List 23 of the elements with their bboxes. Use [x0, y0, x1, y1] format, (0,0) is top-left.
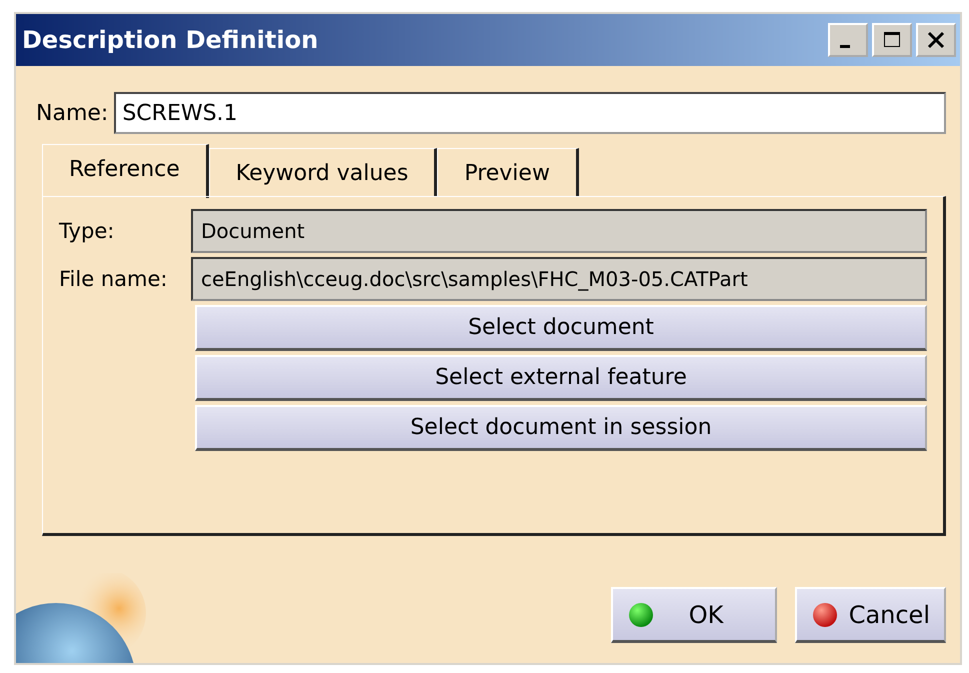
close-button[interactable] — [916, 23, 956, 57]
dialog-button[interactable]: Cancel — [794, 587, 946, 643]
read-only-field[interactable]: ceEnglish\cceug.doc\src\samples\FHC_M03-05.CATPart — [191, 257, 927, 301]
tab[interactable]: Preview — [437, 148, 579, 196]
minimize-icon — [840, 44, 850, 48]
field-label: File name: — [59, 267, 168, 291]
ball-icon — [626, 600, 655, 628]
close-icon — [926, 30, 946, 50]
name-label: Name: — [36, 100, 108, 126]
window-title: Description Definition — [22, 26, 318, 54]
ball-icon — [810, 600, 839, 628]
maximize-icon — [882, 30, 902, 50]
select-button[interactable]: Select external feature — [195, 355, 927, 401]
read-only-field[interactable]: Document — [191, 209, 927, 253]
name-field[interactable]: SCREWS.1 — [114, 92, 946, 134]
tab[interactable]: Reference — [42, 144, 209, 198]
dialog-button[interactable]: OK — [610, 587, 777, 643]
field-label: Type: — [59, 219, 116, 243]
maximize-button[interactable] — [872, 23, 912, 57]
select-button[interactable]: Select document in session — [195, 405, 927, 451]
select-button[interactable]: Select document — [195, 305, 927, 351]
minimize-button[interactable] — [828, 23, 868, 57]
tab[interactable]: Keyword values — [208, 148, 438, 196]
